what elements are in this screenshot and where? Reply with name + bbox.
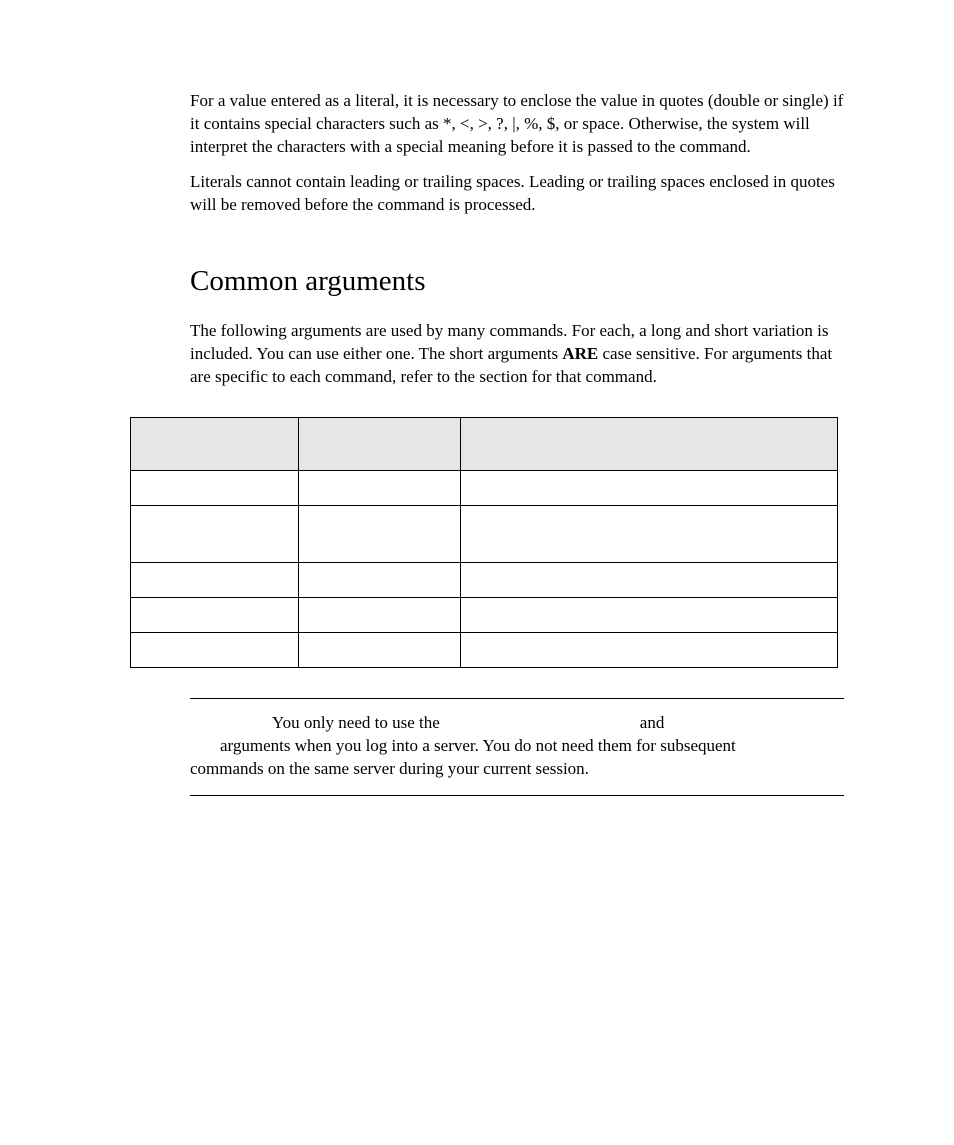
paragraph-common-args: The following arguments are used by many… (130, 320, 844, 389)
table-header-row (131, 417, 838, 470)
table-cell (460, 470, 837, 505)
table-cell (298, 505, 460, 562)
note-text: You only need to use the and arguments wh… (190, 711, 844, 781)
section-heading: Common arguments (130, 265, 844, 298)
note-line2: arguments when you log into a server. Yo… (190, 734, 844, 757)
page: For a value entered as a literal, it is … (0, 0, 954, 796)
note-line3: commands on the same server during your … (190, 757, 844, 780)
note-line1-b: and (640, 713, 665, 732)
arguments-table (130, 417, 838, 668)
table-cell (131, 470, 299, 505)
table-cell (131, 632, 299, 667)
table-row (131, 505, 838, 562)
table-row (131, 470, 838, 505)
table-header-cell (298, 417, 460, 470)
table-cell (131, 597, 299, 632)
table-cell (460, 632, 837, 667)
table-row (131, 562, 838, 597)
table-cell (298, 597, 460, 632)
table-cell (460, 562, 837, 597)
table-header-cell (460, 417, 837, 470)
paragraph-literals-spaces: Literals cannot contain leading or trail… (130, 171, 844, 217)
table-cell (298, 562, 460, 597)
arguments-table-wrap (130, 417, 844, 668)
table-cell (460, 505, 837, 562)
table-cell (298, 632, 460, 667)
table-cell (460, 597, 837, 632)
table-cell (298, 470, 460, 505)
table-row (131, 597, 838, 632)
note-line1-a: You only need to use the (272, 713, 440, 732)
para3-bold: ARE (562, 344, 598, 363)
note-box: You only need to use the and arguments wh… (190, 698, 844, 796)
note-line1: You only need to use the and (190, 711, 844, 734)
paragraph-literals-quoting: For a value entered as a literal, it is … (130, 90, 844, 159)
table-row (131, 632, 838, 667)
table-cell (131, 562, 299, 597)
table-cell (131, 505, 299, 562)
table-header-cell (131, 417, 299, 470)
